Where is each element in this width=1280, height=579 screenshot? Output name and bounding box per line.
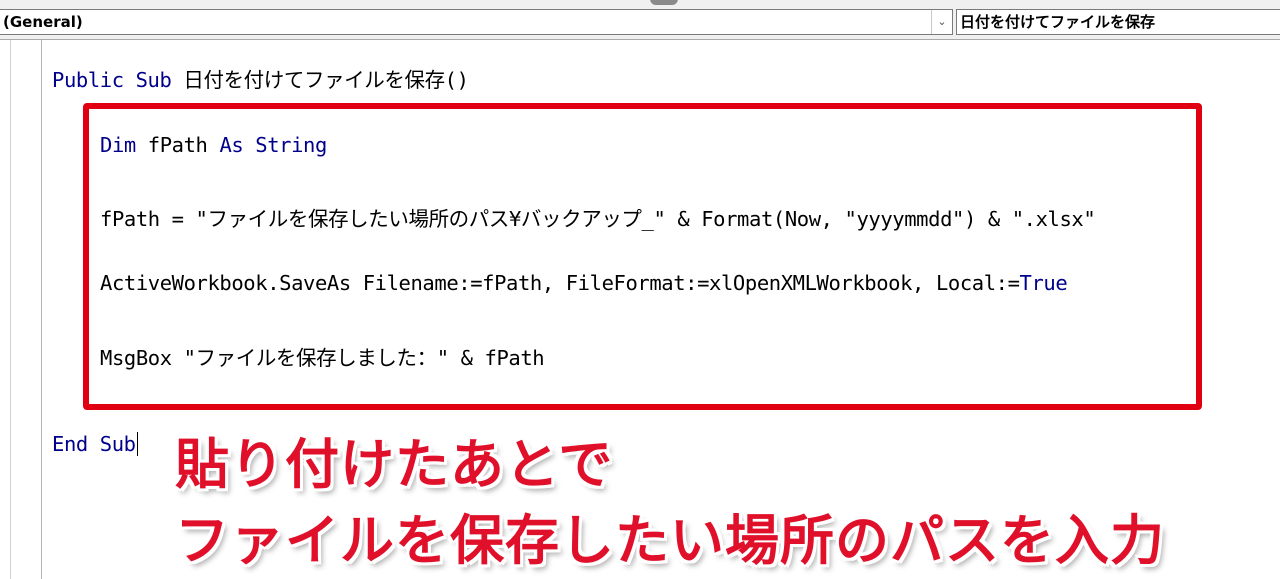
procedure-combobox-value: 日付を付けてファイルを保存 xyxy=(960,13,1156,31)
object-combobox[interactable]: (General) ⌄ xyxy=(0,9,953,35)
editor-margin xyxy=(0,40,42,579)
code-line-sub-header[interactable]: Public Sub 日付を付けてファイルを保存() xyxy=(52,63,469,93)
highlight-box xyxy=(83,103,1202,410)
code-line-end-sub[interactable]: End Sub xyxy=(52,432,138,456)
annotation-line-1: 貼り付けたあとで xyxy=(175,433,614,496)
keyword: End Sub xyxy=(52,432,136,456)
procedure-combobox[interactable]: 日付を付けてファイルを保存 xyxy=(956,9,1280,35)
procedure-name: 日付を付けてファイルを保存() xyxy=(171,68,469,92)
text-caret xyxy=(136,432,138,456)
margin-divider xyxy=(10,40,11,579)
chevron-down-icon[interactable]: ⌄ xyxy=(931,10,952,34)
object-combobox-value: (General) xyxy=(3,13,83,31)
annotation-line-2: ファイルを保存したい場所のパスを入力 xyxy=(175,509,1165,572)
code-window-toolbar: (General) ⌄ 日付を付けてファイルを保存 xyxy=(0,0,1280,40)
keyword: Public Sub xyxy=(52,68,172,92)
splitter-handle[interactable] xyxy=(650,0,678,5)
